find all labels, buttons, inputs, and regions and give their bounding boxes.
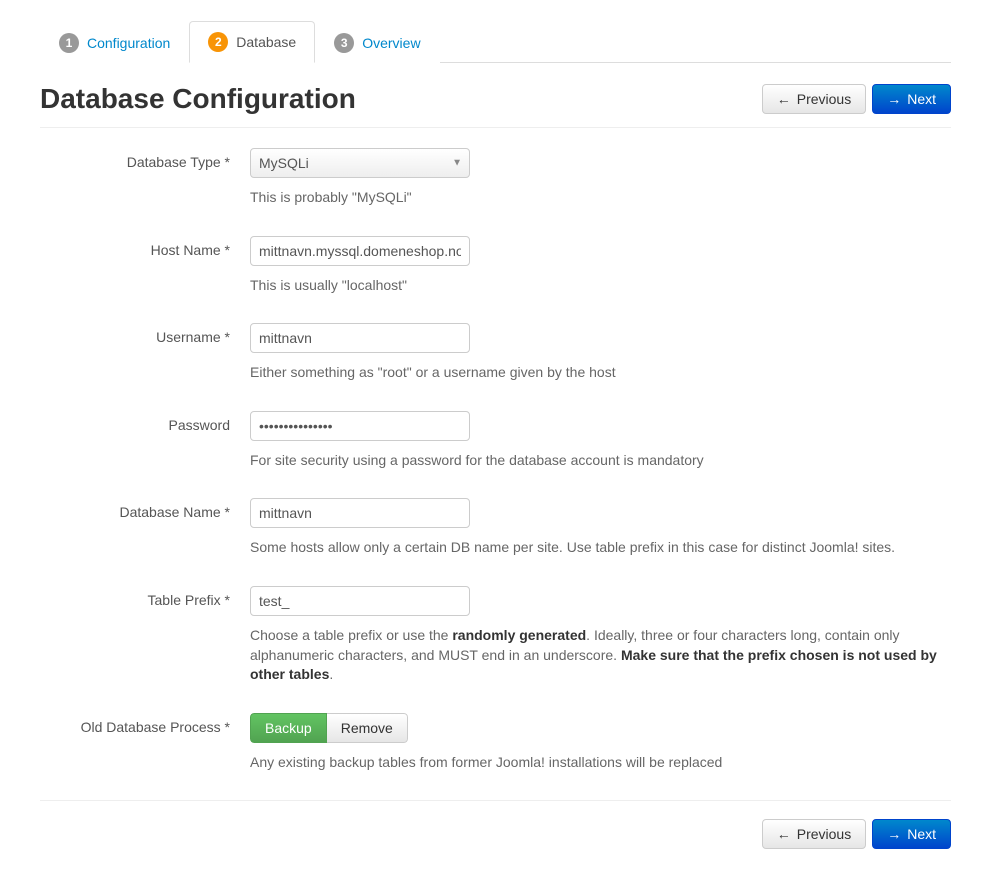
field-password: Password For site security using a passw… bbox=[40, 411, 951, 471]
tab-number-badge: 1 bbox=[59, 33, 79, 53]
arrow-left-icon: ← bbox=[777, 91, 791, 107]
backup-button[interactable]: Backup bbox=[250, 713, 327, 743]
next-button[interactable]: → Next bbox=[872, 819, 951, 849]
database-type-select[interactable]: MySQLi bbox=[250, 148, 470, 178]
field-label: Username * bbox=[40, 323, 250, 383]
host-name-input[interactable] bbox=[250, 236, 470, 266]
help-text: For site security using a password for t… bbox=[250, 451, 951, 471]
help-text: Some hosts allow only a certain DB name … bbox=[250, 538, 951, 558]
field-label: Password bbox=[40, 411, 250, 471]
previous-button[interactable]: ← Previous bbox=[762, 84, 866, 114]
username-input[interactable] bbox=[250, 323, 470, 353]
tab-number-badge: 2 bbox=[208, 32, 228, 52]
help-text: Any existing backup tables from former J… bbox=[250, 753, 951, 773]
table-prefix-input[interactable] bbox=[250, 586, 470, 616]
previous-button[interactable]: ← Previous bbox=[762, 819, 866, 849]
field-old-database-process: Old Database Process * Backup Remove Any… bbox=[40, 713, 951, 773]
arrow-right-icon: → bbox=[887, 91, 901, 107]
database-name-input[interactable] bbox=[250, 498, 470, 528]
button-label: Previous bbox=[797, 91, 851, 107]
button-label: Previous bbox=[797, 826, 851, 842]
remove-button[interactable]: Remove bbox=[327, 713, 408, 743]
field-host-name: Host Name * This is usually "localhost" bbox=[40, 236, 951, 296]
tab-label: Database bbox=[236, 34, 296, 50]
tab-label: Configuration bbox=[87, 35, 170, 51]
tab-overview[interactable]: 3 Overview bbox=[315, 21, 439, 63]
help-text: This is usually "localhost" bbox=[250, 276, 951, 296]
help-text: Choose a table prefix or use the randoml… bbox=[250, 626, 951, 685]
field-label: Old Database Process * bbox=[40, 713, 250, 773]
header-row: Database Configuration ← Previous → Next bbox=[40, 83, 951, 115]
old-db-toggle-group: Backup Remove bbox=[250, 713, 408, 743]
arrow-right-icon: → bbox=[887, 826, 901, 842]
field-table-prefix: Table Prefix * Choose a table prefix or … bbox=[40, 586, 951, 685]
field-username: Username * Either something as "root" or… bbox=[40, 323, 951, 383]
tab-database[interactable]: 2 Database bbox=[189, 21, 315, 63]
help-text: This is probably "MySQLi" bbox=[250, 188, 951, 208]
field-label: Table Prefix * bbox=[40, 586, 250, 685]
wizard-tabs: 1 Configuration 2 Database 3 Overview bbox=[40, 20, 951, 63]
field-label: Database Name * bbox=[40, 498, 250, 558]
password-input[interactable] bbox=[250, 411, 470, 441]
next-button[interactable]: → Next bbox=[872, 84, 951, 114]
field-label: Database Type * bbox=[40, 148, 250, 208]
footer-button-group: ← Previous → Next bbox=[762, 819, 951, 849]
divider bbox=[40, 127, 951, 128]
header-button-group: ← Previous → Next bbox=[762, 84, 951, 114]
field-database-name: Database Name * Some hosts allow only a … bbox=[40, 498, 951, 558]
page-title: Database Configuration bbox=[40, 83, 356, 115]
tab-configuration[interactable]: 1 Configuration bbox=[40, 21, 189, 63]
field-label: Host Name * bbox=[40, 236, 250, 296]
help-text: Either something as "root" or a username… bbox=[250, 363, 951, 383]
tab-label: Overview bbox=[362, 35, 420, 51]
footer-row: ← Previous → Next bbox=[40, 800, 951, 849]
button-label: Next bbox=[907, 826, 936, 842]
tab-number-badge: 3 bbox=[334, 33, 354, 53]
field-database-type: Database Type * MySQLi ▼ This is probabl… bbox=[40, 148, 951, 208]
button-label: Next bbox=[907, 91, 936, 107]
arrow-left-icon: ← bbox=[777, 826, 791, 842]
